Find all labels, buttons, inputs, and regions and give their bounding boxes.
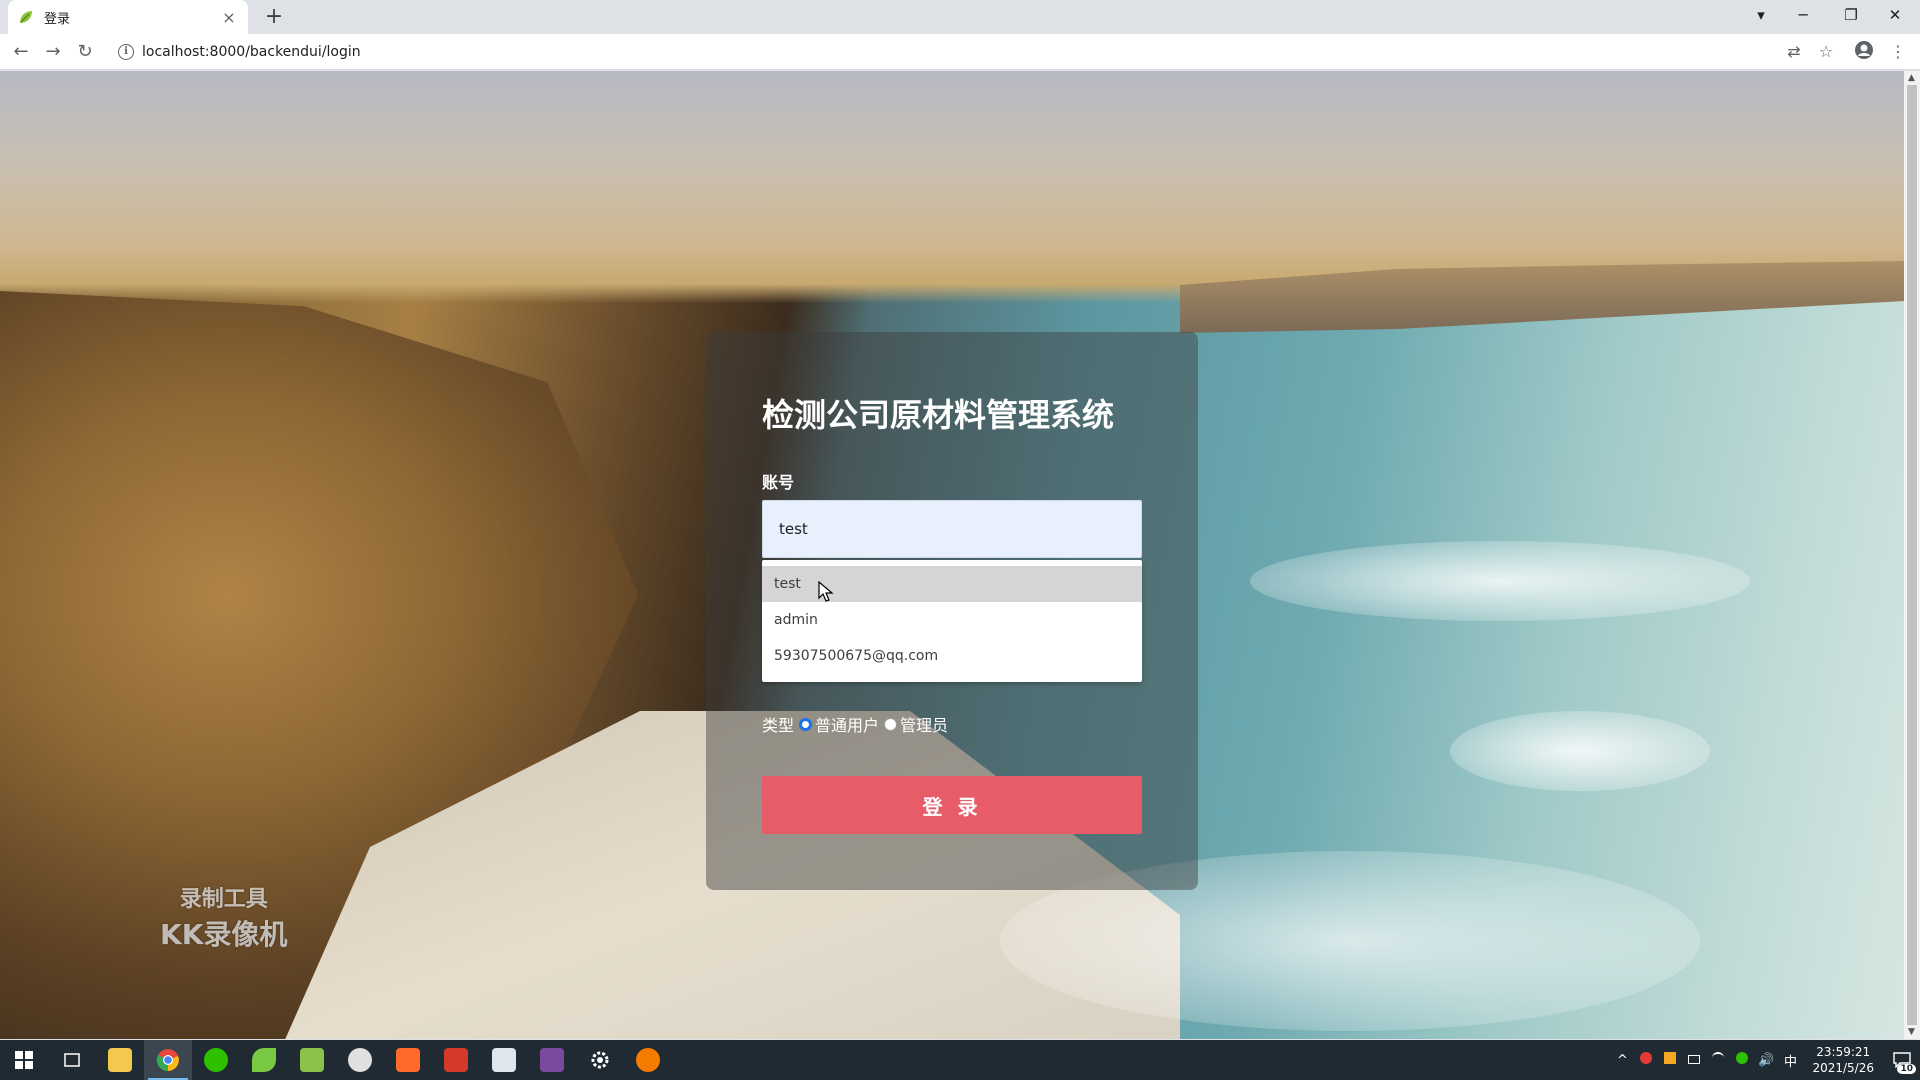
background-far-cliffs [1180, 261, 1904, 333]
profile-dropdown-icon[interactable]: ▾ [1738, 0, 1784, 32]
taskbar-file-explorer[interactable] [96, 1040, 144, 1080]
back-button[interactable]: ← [8, 39, 34, 65]
tray-wechat-icon[interactable] [1730, 1052, 1754, 1068]
background-wave [1450, 711, 1710, 791]
system-tray: ^ 🔊 中 23:59:21 2021/5/26 10 [1610, 1040, 1920, 1080]
login-page: 录制工具 KK录像机 检测公司原材料管理系统 账号 test test admi… [0, 71, 1904, 1039]
system-title: 检测公司原材料管理系统 [762, 396, 1115, 434]
autocomplete-option[interactable]: admin [762, 602, 1142, 638]
autocomplete-option[interactable]: 59307500675@qq.com [762, 638, 1142, 674]
taskbar-wechat[interactable] [192, 1040, 240, 1080]
restore-button[interactable]: ❐ [1828, 0, 1874, 32]
ime-indicator[interactable]: 中 [1778, 1051, 1802, 1070]
scrollbar-thumb[interactable] [1907, 85, 1917, 1025]
browser-toolbar: ← → ↻ i localhost:8000/backendui/login ⇄… [0, 34, 1920, 70]
taskbar-settings[interactable] [576, 1040, 624, 1080]
tray-expand-icon[interactable]: ^ [1610, 1053, 1634, 1068]
reload-button[interactable]: ↻ [72, 39, 98, 65]
avatar-icon [1855, 41, 1873, 59]
start-button[interactable] [0, 1040, 48, 1080]
leaf-favicon-icon [20, 11, 32, 23]
helmet-icon [348, 1048, 372, 1072]
new-tab-button[interactable]: + [260, 4, 288, 32]
document-icon [492, 1048, 516, 1072]
page-scrollbar[interactable]: ▲ ▼ [1904, 71, 1920, 1039]
notification-center-button[interactable]: 10 [1884, 1040, 1920, 1080]
account-label: 账号 [762, 473, 795, 492]
windows-logo-icon [15, 1051, 33, 1069]
bookmark-star-icon[interactable]: ☆ [1814, 40, 1838, 64]
account-input[interactable]: test [762, 500, 1142, 558]
profile-avatar-icon[interactable] [1852, 40, 1876, 64]
tray-red-app-icon[interactable] [1634, 1052, 1658, 1068]
media-icon [636, 1048, 660, 1072]
gear-icon [591, 1051, 609, 1069]
login-panel: 检测公司原材料管理系统 账号 test test admin 593075006… [706, 332, 1198, 890]
orange-app-icon [396, 1048, 420, 1072]
tray-network-icon[interactable] [1682, 1053, 1706, 1068]
autocomplete-dropdown: test admin 59307500675@qq.com [762, 560, 1142, 682]
scroll-down-icon[interactable]: ▼ [1908, 1027, 1915, 1037]
login-button[interactable]: 登 录 [762, 776, 1142, 834]
watermark-line2: KK录像机 [160, 918, 288, 951]
browser-tab[interactable]: 登录 × [8, 0, 248, 34]
taskbar-orange-app[interactable] [384, 1040, 432, 1080]
tab-title: 登录 [44, 11, 71, 27]
leaf-icon [252, 1048, 276, 1072]
volume-icon[interactable]: 🔊 [1754, 1053, 1778, 1068]
notepad-icon [300, 1048, 324, 1072]
watermark-line1: 录制工具 [179, 887, 268, 912]
translate-icon[interactable]: ⇄ [1782, 40, 1806, 64]
clock-date: 2021/5/26 [1812, 1061, 1874, 1075]
tab-close-icon[interactable]: × [220, 8, 238, 27]
taskbar-helmet-app[interactable] [336, 1040, 384, 1080]
window-close-button[interactable]: ✕ [1872, 0, 1918, 32]
taskbar-chrome[interactable] [144, 1040, 192, 1080]
radio-admin-label[interactable]: 管理员 [900, 712, 948, 736]
user-type-group: 类型 普通用户 管理员 [762, 712, 948, 736]
wps-icon [444, 1048, 468, 1072]
windows-taskbar: ^ 🔊 中 23:59:21 2021/5/26 10 [0, 1040, 1920, 1080]
taskbar-notepad[interactable] [288, 1040, 336, 1080]
wechat-icon [204, 1048, 228, 1072]
forward-button[interactable]: → [40, 39, 66, 65]
taskbar-wps[interactable] [432, 1040, 480, 1080]
taskbar-leaf-app[interactable] [240, 1040, 288, 1080]
address-bar[interactable]: i localhost:8000/backendui/login [110, 38, 1790, 66]
taskbar-game-app[interactable] [528, 1040, 576, 1080]
taskbar-media-app[interactable] [624, 1040, 672, 1080]
chrome-icon [156, 1049, 179, 1072]
clock[interactable]: 23:59:21 2021/5/26 [1812, 1044, 1874, 1076]
radio-normal-user-label[interactable]: 普通用户 [815, 712, 879, 736]
notification-count-badge: 10 [1897, 1064, 1916, 1074]
wifi-icon[interactable] [1706, 1052, 1730, 1068]
clock-time: 23:59:21 [1816, 1045, 1871, 1059]
browser-tab-bar: 登录 × + ▾ ─ ❐ ✕ [0, 0, 1920, 34]
taskbar-doc-app[interactable] [480, 1040, 528, 1080]
radio-normal-user[interactable] [799, 717, 813, 731]
type-label: 类型 [762, 716, 795, 735]
tray-yellow-app-icon[interactable] [1658, 1052, 1682, 1068]
minimize-button[interactable]: ─ [1780, 0, 1826, 32]
url-text[interactable]: localhost:8000/backendui/login [142, 44, 361, 60]
recorder-watermark: 录制工具 KK录像机 [160, 881, 287, 953]
radio-admin[interactable] [884, 717, 898, 731]
game-icon [540, 1048, 564, 1072]
task-view-icon [64, 1053, 80, 1067]
browser-menu-icon[interactable]: ⋮ [1886, 40, 1910, 64]
mouse-cursor-icon [818, 581, 834, 602]
task-view-button[interactable] [48, 1040, 96, 1080]
site-info-icon[interactable]: i [118, 44, 134, 60]
folder-icon [108, 1048, 132, 1072]
background-wave [1250, 541, 1750, 621]
scroll-up-icon[interactable]: ▲ [1908, 73, 1915, 83]
